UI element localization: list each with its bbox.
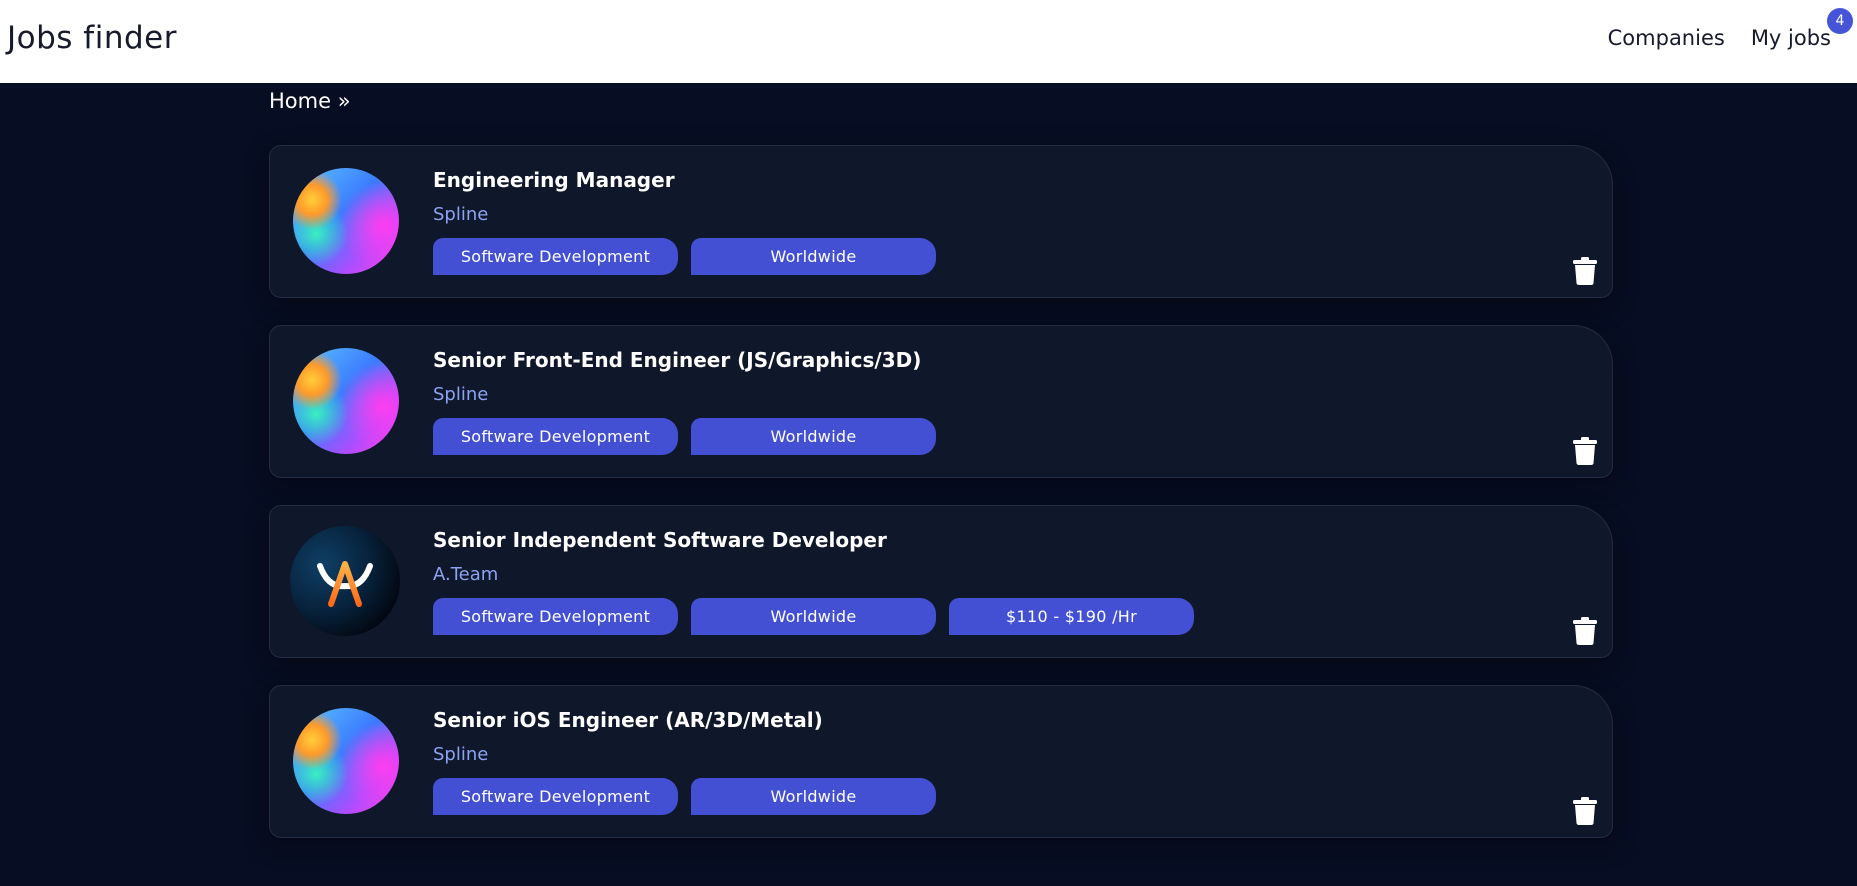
job-tags: Software Development Worldwide [433,778,936,815]
trash-icon[interactable] [1572,437,1598,465]
my-jobs-count-badge: 4 [1827,8,1853,34]
tag-location: Worldwide [691,778,936,815]
company-name[interactable]: Spline [433,744,488,765]
top-navbar: Jobs finder Companies My jobs 4 [0,0,1857,83]
job-tags: Software Development Worldwide [433,418,936,455]
breadcrumb-home-link[interactable]: Home » [269,89,351,113]
job-title[interactable]: Senior Front-End Engineer (JS/Graphics/3… [433,348,921,372]
company-name[interactable]: A.Team [433,564,498,585]
tag-category: Software Development [433,238,678,275]
ateam-mark-icon [317,561,373,607]
nav-companies-link[interactable]: Companies [1608,26,1725,50]
job-title[interactable]: Senior Independent Software Developer [433,528,887,552]
job-list: Engineering Manager Spline Software Deve… [269,145,1613,865]
job-card[interactable]: Senior Independent Software Developer A.… [269,505,1613,658]
spline-logo [293,168,399,274]
tag-location: Worldwide [691,598,936,635]
company-name[interactable]: Spline [433,204,488,225]
job-card[interactable]: Engineering Manager Spline Software Deve… [269,145,1613,298]
trash-icon[interactable] [1572,257,1598,285]
brand-title[interactable]: Jobs finder [7,20,177,56]
tag-category: Software Development [433,418,678,455]
tag-category: Software Development [433,598,678,635]
trash-icon[interactable] [1572,797,1598,825]
breadcrumb: Home » [269,89,351,113]
trash-icon[interactable] [1572,617,1598,645]
tag-location: Worldwide [691,238,936,275]
nav-my-jobs-label: My jobs [1750,26,1831,50]
job-card[interactable]: Senior iOS Engineer (AR/3D/Metal) Spline… [269,685,1613,838]
nav-links: Companies My jobs 4 [1608,8,1853,50]
spline-logo [293,348,399,454]
tag-location: Worldwide [691,418,936,455]
job-card[interactable]: Senior Front-End Engineer (JS/Graphics/3… [269,325,1613,478]
job-tags: Software Development Worldwide [433,238,936,275]
ateam-logo [290,526,400,636]
tag-category: Software Development [433,778,678,815]
job-title[interactable]: Senior iOS Engineer (AR/3D/Metal) [433,708,823,732]
job-tags: Software Development Worldwide $110 - $1… [433,598,1194,635]
tag-salary: $110 - $190 /Hr [949,598,1194,635]
company-name[interactable]: Spline [433,384,488,405]
spline-logo [293,708,399,814]
job-title[interactable]: Engineering Manager [433,168,675,192]
nav-my-jobs-link[interactable]: My jobs 4 [1750,8,1853,50]
